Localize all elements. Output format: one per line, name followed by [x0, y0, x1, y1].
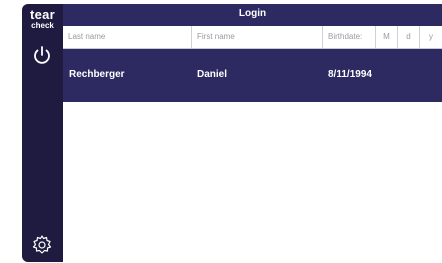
logo-line1: tear	[29, 7, 56, 22]
sidebar: tear check	[22, 4, 63, 262]
cell-first-name: Daniel	[197, 69, 228, 80]
logo-line2: check	[31, 21, 54, 30]
column-header-month[interactable]: M	[376, 26, 398, 48]
power-icon[interactable]	[31, 44, 53, 66]
page-title: Login	[238, 8, 267, 19]
table-header: Last name First name Birthdate: M d y	[63, 26, 442, 49]
cell-birthdate: 8/11/1994	[328, 69, 372, 80]
column-header-year[interactable]: y	[420, 26, 442, 48]
column-header-first-name[interactable]: First name	[192, 26, 323, 48]
column-header-birthdate[interactable]: Birthdate:	[323, 26, 376, 48]
gear-icon[interactable]	[30, 233, 54, 257]
table-row[interactable]: Rechberger Daniel 8/11/1994	[63, 49, 442, 102]
tearcheck-logo: tear check	[22, 7, 63, 31]
column-header-last-name[interactable]: Last name	[63, 26, 192, 48]
title-bar: Login	[63, 4, 442, 26]
cell-last-name: Rechberger	[69, 69, 125, 80]
column-header-day[interactable]: d	[398, 26, 420, 48]
